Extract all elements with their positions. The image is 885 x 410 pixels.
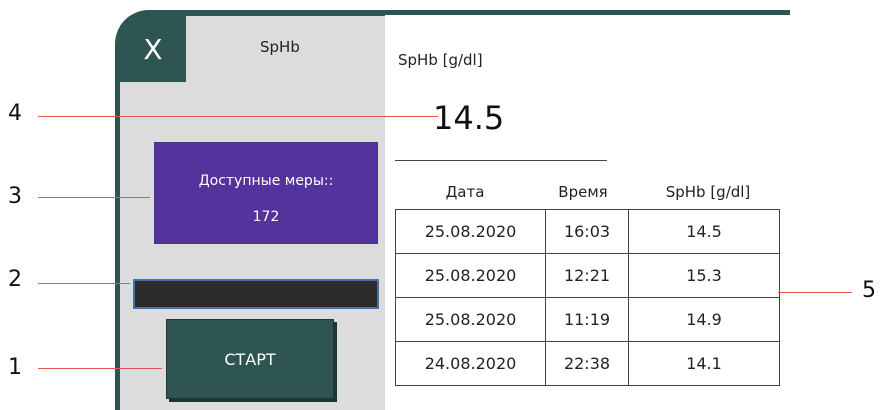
annotation-number-1: 1 [8, 355, 22, 380]
cell-time: 12:21 [545, 253, 629, 298]
reading-label: SpHb [g/dl] [398, 51, 483, 69]
device-frame: X SpHb Доступные меры:: 172 СТАРТ SpHb [… [115, 10, 790, 410]
close-label: X [143, 32, 163, 66]
header-sphb: SpHb [g/dl] [665, 183, 751, 201]
annotation-line-4 [38, 116, 438, 117]
history-table: 25.08.2020 16:03 14.5 25.08.2020 12:21 1… [395, 209, 780, 386]
annotation-line-2 [38, 283, 130, 284]
cell-time: 16:03 [545, 209, 629, 254]
start-button-label: СТАРТ [224, 349, 276, 369]
annotation-line-5 [778, 292, 852, 293]
annotation-line-1 [38, 368, 162, 369]
left-panel: X SpHb Доступные меры:: 172 СТАРТ [120, 16, 385, 410]
cell-time: 11:19 [545, 297, 629, 342]
close-button[interactable]: X [120, 16, 186, 82]
available-measures-box: Доступные меры:: 172 [154, 142, 378, 244]
cell-value: 14.5 [628, 209, 780, 254]
annotation-number-3: 3 [8, 184, 22, 209]
available-measures-value: 172 [252, 209, 280, 225]
table-row: 25.08.2020 16:03 14.5 [395, 209, 780, 254]
start-button[interactable]: СТАРТ [166, 319, 334, 399]
cell-time: 22:38 [545, 341, 629, 386]
header-time: Время [558, 183, 608, 201]
cell-value: 15.3 [628, 253, 780, 298]
progress-bar [133, 279, 379, 309]
current-reading-value: 14.5 [433, 99, 505, 137]
available-measures-label: Доступные меры:: [198, 173, 334, 189]
table-row: 25.08.2020 11:19 14.9 [395, 297, 780, 342]
cell-date: 25.08.2020 [395, 253, 546, 298]
reading-underline [395, 160, 607, 161]
table-row: 25.08.2020 12:21 15.3 [395, 253, 780, 298]
table-row: 24.08.2020 22:38 14.1 [395, 341, 780, 386]
panel-title: SpHb [260, 38, 300, 56]
cell-date: 25.08.2020 [395, 209, 546, 254]
annotation-line-3 [38, 197, 150, 198]
cell-date: 25.08.2020 [395, 297, 546, 342]
cell-value: 14.9 [628, 297, 780, 342]
annotation-number-5: 5 [862, 278, 876, 303]
annotation-number-2: 2 [8, 267, 22, 292]
cell-date: 24.08.2020 [395, 341, 546, 386]
right-panel: SpHb [g/dl] 14.5 Дата Время SpHb [g/dl] … [385, 15, 790, 410]
cell-value: 14.1 [628, 341, 780, 386]
annotation-number-4: 4 [8, 101, 22, 126]
header-date: Дата [445, 183, 485, 201]
